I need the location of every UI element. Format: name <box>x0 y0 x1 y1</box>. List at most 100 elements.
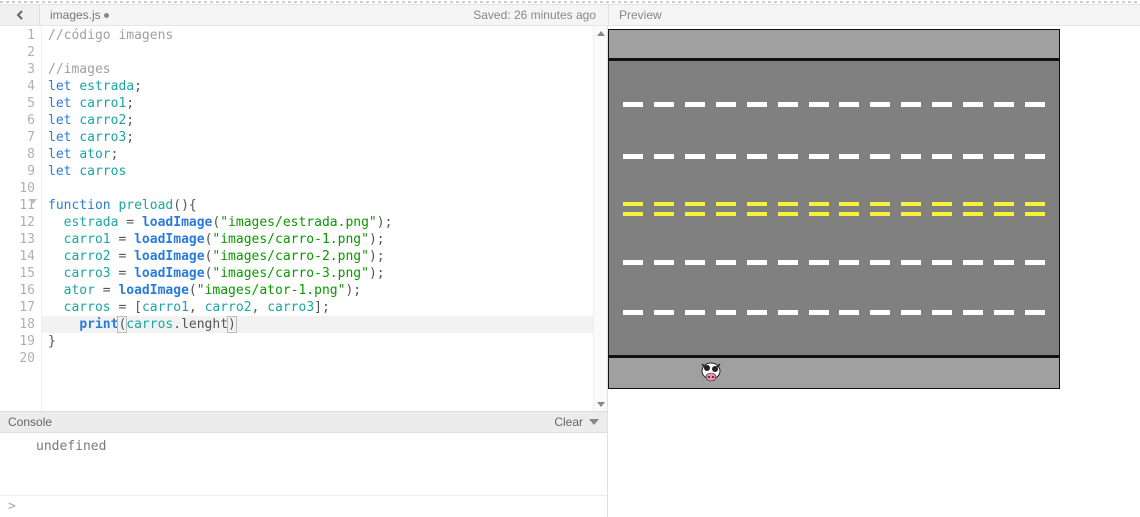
dash-segment <box>685 154 705 159</box>
dash-segment <box>809 154 829 159</box>
lane-dashes <box>623 260 1045 265</box>
chevron-down-icon[interactable] <box>589 419 599 425</box>
dash-segment <box>623 102 643 107</box>
lane-dashes <box>623 102 1045 107</box>
dash-segment <box>901 202 921 206</box>
fold-arrow-icon[interactable] <box>29 199 37 204</box>
dash-segment <box>685 310 705 315</box>
code-line[interactable] <box>48 180 593 197</box>
dash-segment <box>839 154 859 159</box>
dash-segment <box>716 154 736 159</box>
filename-tab[interactable]: images.js <box>40 8 119 22</box>
dash-segment <box>623 212 643 216</box>
code-line[interactable]: let estrada; <box>48 78 593 95</box>
dash-segment <box>778 202 798 206</box>
dash-segment <box>932 310 952 315</box>
code-line[interactable]: print(carros.lenght) <box>48 316 593 333</box>
line-number: 15 <box>0 265 35 282</box>
actor-cow-icon <box>699 361 723 383</box>
code-line[interactable]: ator = loadImage("images/ator-1.png"); <box>48 282 593 299</box>
dash-segment <box>685 102 705 107</box>
dash-segment <box>654 310 674 315</box>
dash-segment <box>809 310 829 315</box>
dash-segment <box>747 154 767 159</box>
filename-text: images.js <box>50 8 101 22</box>
line-number: 17 <box>0 299 35 316</box>
line-number: 3 <box>0 61 35 78</box>
line-number: 2 <box>0 44 35 61</box>
prompt-caret-icon: > <box>8 499 16 514</box>
line-number: 10 <box>0 180 35 197</box>
dash-segment <box>963 212 983 216</box>
console-input[interactable]: > <box>0 495 607 517</box>
dash-segment <box>685 202 705 206</box>
left-column: 1234567891011121314151617181920 //código… <box>0 26 608 517</box>
code-line[interactable]: carros = [carro1, carro2, carro3]; <box>48 299 593 316</box>
console-header: Console Clear <box>0 411 607 433</box>
scroll-up-arrow-icon[interactable] <box>594 26 607 40</box>
dash-segment <box>901 154 921 159</box>
dash-segment <box>1025 154 1045 159</box>
dirty-indicator-icon <box>104 13 109 18</box>
line-number: 4 <box>0 78 35 95</box>
dash-segment <box>994 154 1014 159</box>
dash-segment <box>994 212 1014 216</box>
dash-segment <box>870 102 890 107</box>
code-line[interactable]: carro3 = loadImage("images/carro-3.png")… <box>48 265 593 282</box>
chevron-left-icon <box>15 10 25 20</box>
dash-segment <box>994 260 1014 265</box>
dash-segment <box>963 310 983 315</box>
code-line[interactable] <box>48 44 593 61</box>
editor-scrollbar[interactable] <box>593 26 607 411</box>
dash-segment <box>778 154 798 159</box>
line-number: 9 <box>0 163 35 180</box>
console-clear-button[interactable]: Clear <box>554 415 583 429</box>
dash-segment <box>870 202 890 206</box>
code-line[interactable]: carro2 = loadImage("images/carro-2.png")… <box>48 248 593 265</box>
code-editor[interactable]: 1234567891011121314151617181920 //código… <box>0 26 607 411</box>
main-area: 1234567891011121314151617181920 //código… <box>0 26 1140 517</box>
code-line[interactable]: function preload(){ <box>48 197 593 214</box>
dash-segment <box>994 202 1014 206</box>
dash-segment <box>747 102 767 107</box>
dash-segment <box>932 260 952 265</box>
dash-segment <box>994 310 1014 315</box>
dash-segment <box>963 102 983 107</box>
dash-segment <box>716 102 736 107</box>
code-line[interactable]: //código imagens <box>48 27 593 44</box>
dash-segment <box>839 260 859 265</box>
code-line[interactable]: let carros <box>48 163 593 180</box>
code-line[interactable]: let ator; <box>48 146 593 163</box>
code-line[interactable]: carro1 = loadImage("images/carro-1.png")… <box>48 231 593 248</box>
code-line[interactable]: let carro3; <box>48 129 593 146</box>
save-status: Saved: 26 minutes ago <box>473 8 596 22</box>
center-dashes <box>623 202 1045 206</box>
code-line[interactable]: let carro1; <box>48 95 593 112</box>
lane-dashes <box>623 154 1045 159</box>
code-line[interactable]: //images <box>48 61 593 78</box>
code-line[interactable]: let carro2; <box>48 112 593 129</box>
dash-segment <box>747 260 767 265</box>
dash-segment <box>716 310 736 315</box>
dash-segment <box>654 212 674 216</box>
dash-segment <box>963 154 983 159</box>
dash-segment <box>623 310 643 315</box>
code-line[interactable]: } <box>48 333 593 350</box>
back-button[interactable] <box>0 5 40 25</box>
dash-segment <box>654 260 674 265</box>
dash-segment <box>685 260 705 265</box>
preview-canvas <box>608 29 1060 389</box>
scroll-down-arrow-icon[interactable] <box>594 397 607 411</box>
dash-segment <box>901 212 921 216</box>
console-output: undefined <box>0 433 607 495</box>
dash-segment <box>839 102 859 107</box>
dash-segment <box>623 154 643 159</box>
code-area[interactable]: //código imagens//imageslet estrada;let … <box>42 26 593 411</box>
line-number-gutter: 1234567891011121314151617181920 <box>0 26 42 411</box>
dash-segment <box>932 154 952 159</box>
dash-segment <box>747 202 767 206</box>
dash-segment <box>932 102 952 107</box>
code-line[interactable] <box>48 350 593 367</box>
console-title: Console <box>8 415 52 429</box>
code-line[interactable]: estrada = loadImage("images/estrada.png"… <box>48 214 593 231</box>
